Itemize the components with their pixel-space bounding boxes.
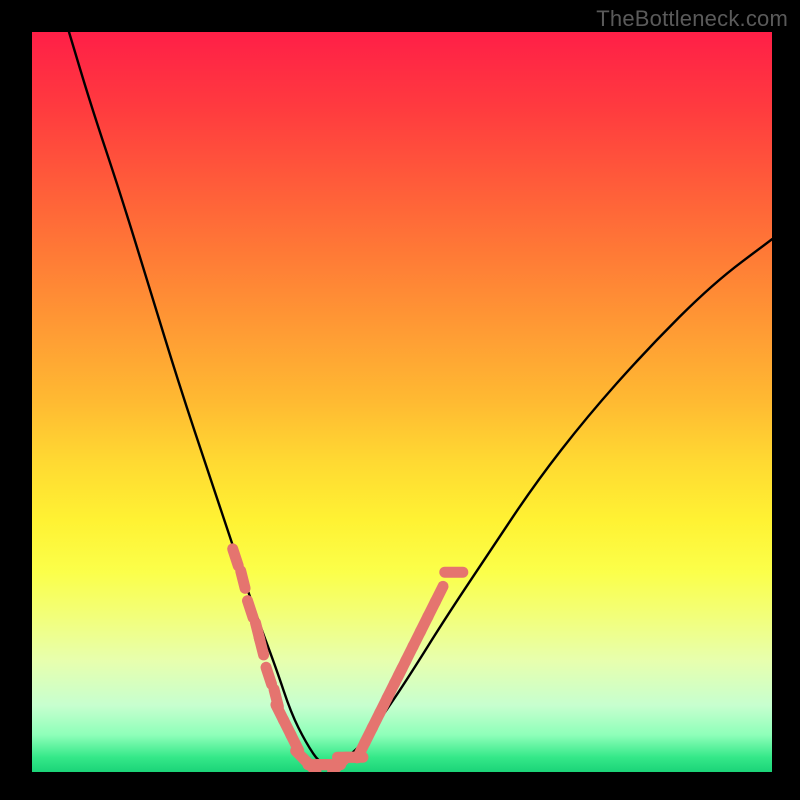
plot-area [32, 32, 772, 772]
bottleneck-curve-path [69, 32, 772, 765]
marker-group [233, 549, 463, 771]
watermark-label: TheBottleneck.com [596, 6, 788, 32]
chart-container: TheBottleneck.com [0, 0, 800, 800]
marker-bead [248, 601, 254, 618]
marker-bead [233, 549, 239, 566]
marker-bead [435, 586, 443, 602]
marker-bead [259, 638, 263, 655]
marker-bead [266, 667, 272, 684]
marker-bead [241, 571, 245, 588]
curve-layer [32, 32, 772, 772]
